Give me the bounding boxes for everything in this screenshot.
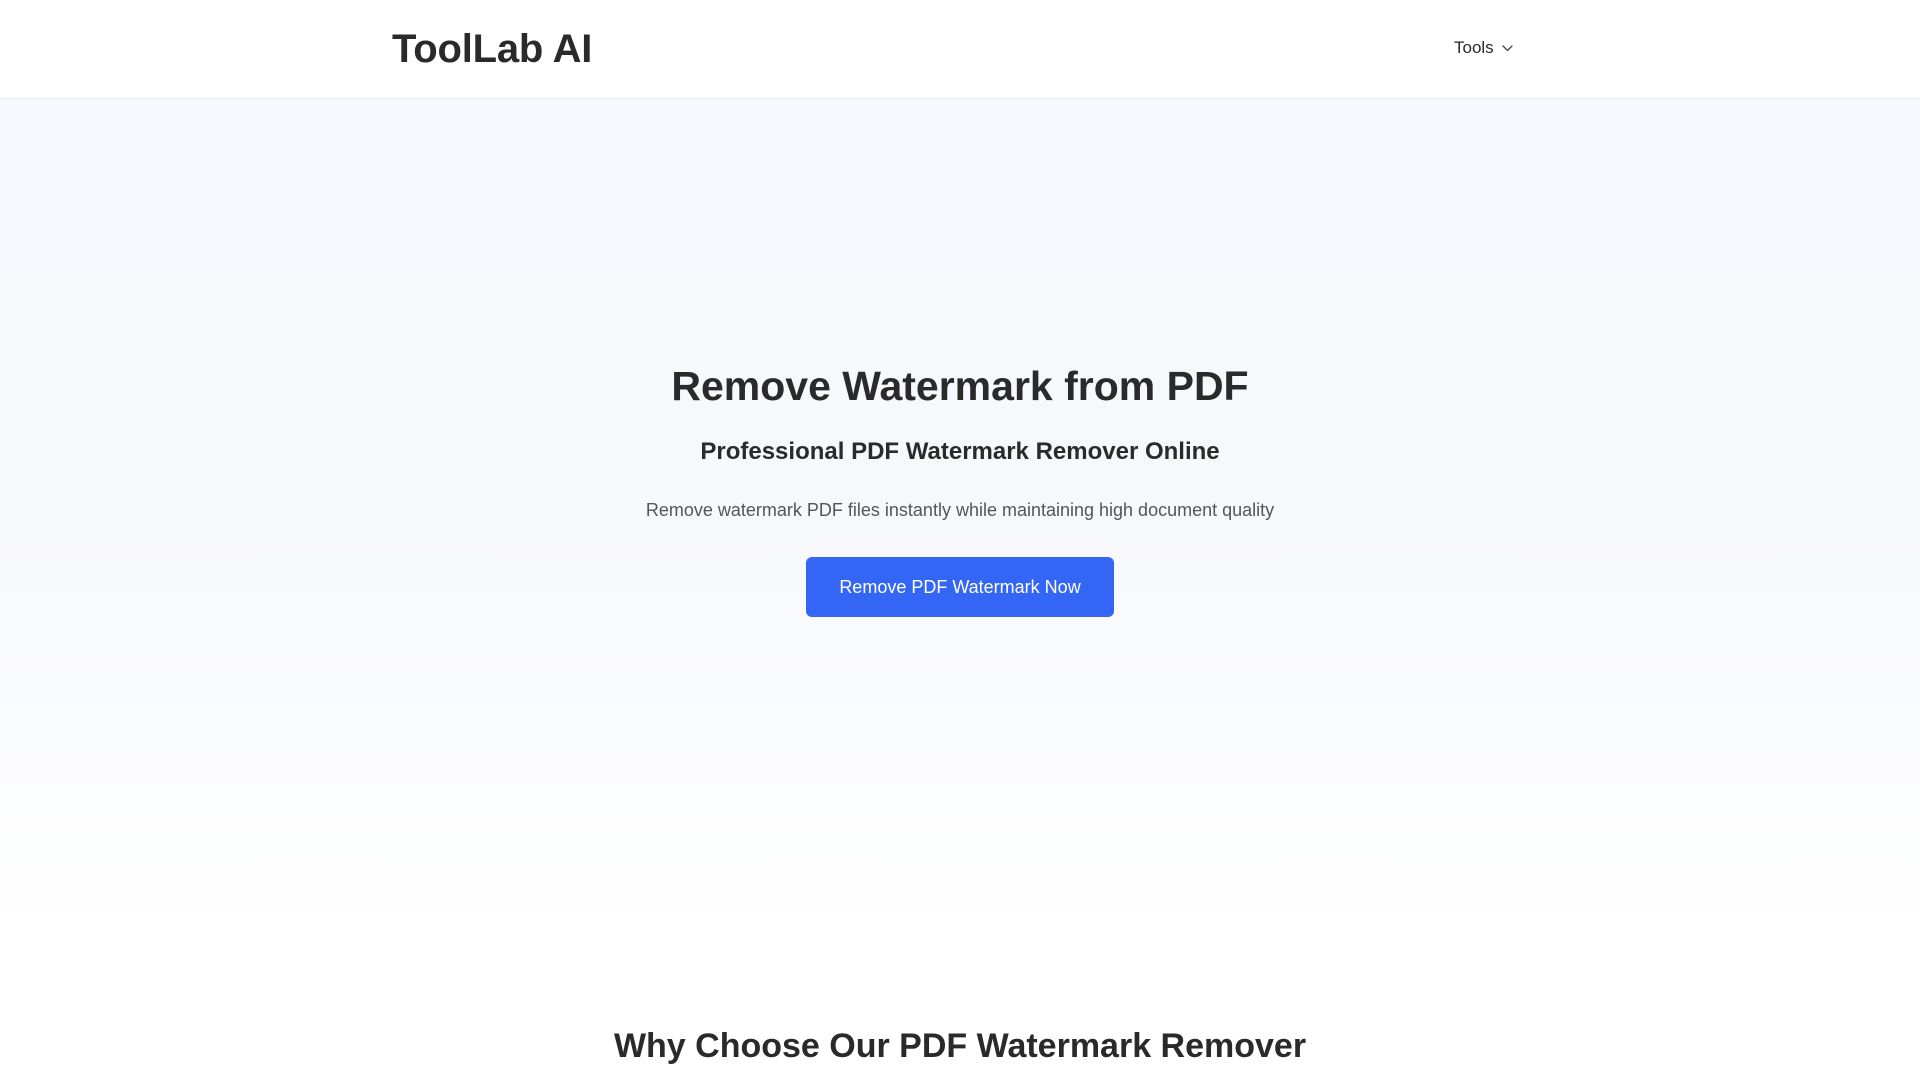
hero-description: Remove watermark PDF files instantly whi… [645, 500, 1275, 520]
hero-section: Remove Watermark from PDF Professional P… [0, 99, 1920, 939]
hero-title: Remove Watermark from PDF [671, 363, 1249, 409]
hero-subtitle: Professional PDF Watermark Remover Onlin… [700, 438, 1220, 465]
tools-menu-button[interactable]: Tools [1454, 36, 1513, 60]
tools-menu-label: Tools [1454, 38, 1494, 57]
site-header: ToolLab AI Tools [0, 0, 1920, 99]
features-section-title: Why Choose Our PDF Watermark Remover [613, 1027, 1307, 1065]
logo[interactable]: ToolLab AI [392, 25, 592, 73]
remove-watermark-button[interactable]: Remove PDF Watermark Now [806, 557, 1114, 617]
chevron-down-icon [1502, 44, 1513, 52]
